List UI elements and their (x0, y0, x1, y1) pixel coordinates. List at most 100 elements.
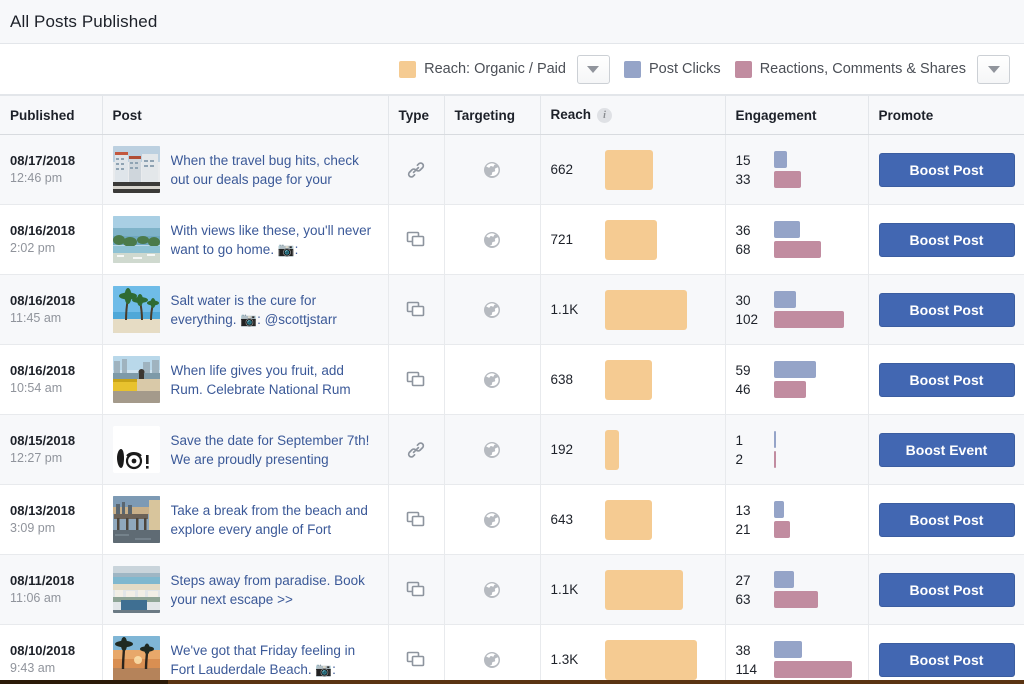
post-message-link[interactable]: Steps away from paradise. Book your next… (171, 571, 378, 609)
cell-type (388, 274, 445, 345)
table-row[interactable]: 08/11/2018 11:06 am Steps away from paradi… (0, 554, 1024, 625)
multi-photo-icon (405, 371, 427, 386)
column-header-post[interactable]: Post (102, 95, 389, 135)
globe-icon-svg (484, 161, 500, 178)
table-row[interactable]: 08/15/2018 12:27 pm Save the date for Sept… (0, 414, 1024, 485)
reach-metric-dropdown[interactable] (576, 54, 610, 84)
published-time: 12:46 pm (10, 171, 63, 185)
reactions-value: 2 (735, 451, 744, 467)
boost-button[interactable]: Boost Event (878, 432, 1015, 467)
globe-icon-svg (484, 511, 500, 528)
cell-published: 08/15/2018 12:27 pm (0, 414, 103, 485)
post-clicks-bar (773, 291, 796, 308)
cell-engagement: 38 114 (725, 624, 869, 684)
column-header-published-label: Published (10, 107, 75, 123)
globe-icon-svg (484, 581, 500, 598)
reach-bar (604, 499, 652, 540)
cell-published: 08/13/2018 3:09 pm (0, 484, 103, 555)
legend-swatch-post-clicks (623, 60, 641, 78)
table-row[interactable]: 08/13/2018 3:09 pm Take a break from the b… (0, 484, 1024, 555)
column-header-targeting[interactable]: Targeting (444, 95, 541, 135)
cell-post: With views like these, you'll never want… (102, 204, 389, 275)
published-date: 08/10/2018 (10, 643, 76, 658)
cell-engagement: 15 33 (725, 134, 869, 205)
boost-button[interactable]: Boost Post (878, 152, 1015, 187)
post-message-link[interactable]: Salt water is the cure for everything. 📷… (171, 291, 378, 329)
post-message-link[interactable]: Take a break from the beach and explore … (171, 501, 378, 539)
post-message-link[interactable]: With views like these, you'll never want… (171, 221, 378, 259)
legend-label-reactions: Reactions, Comments & Shares (759, 61, 966, 77)
multi-photo-icon-svg (406, 651, 425, 666)
reactions-value: 46 (735, 381, 751, 397)
engagement-metric-dropdown[interactable] (977, 54, 1010, 84)
post-thumbnail[interactable] (112, 636, 160, 683)
posts-table: Published Post Type Targeting Reach i Eng… (0, 95, 1024, 684)
cell-type (388, 204, 445, 275)
multi-photo-icon (405, 301, 427, 316)
post-message-link[interactable]: Save the date for September 7th! We are … (171, 431, 378, 469)
post-thumbnail[interactable] (112, 566, 160, 613)
boost-button[interactable]: Boost Post (878, 642, 1015, 677)
reach-value: 1.1K (550, 582, 579, 597)
cell-post: Steps away from paradise. Book your next… (102, 554, 389, 625)
cell-promote: Boost Post (868, 204, 1024, 275)
info-icon[interactable]: i (597, 107, 613, 123)
reach-value: 1.1K (550, 302, 579, 317)
boost-button[interactable]: Boost Post (878, 572, 1015, 607)
reactions-bar (773, 381, 806, 398)
horizontal-scrollbar[interactable] (0, 680, 1024, 684)
column-header-engagement[interactable]: Engagement (725, 95, 869, 135)
reach-bar (604, 149, 653, 190)
reactions-bar (773, 241, 821, 258)
post-message-link[interactable]: When life gives you fruit, add Rum. Cele… (171, 361, 378, 399)
reactions-bar (773, 311, 844, 328)
post-clicks-bar (773, 151, 787, 168)
published-date: 08/16/2018 (10, 363, 76, 378)
legend-label-reach: Reach: Organic / Paid (424, 61, 566, 77)
cell-reach: 638 (540, 344, 726, 415)
post-thumbnail[interactable] (112, 426, 160, 473)
column-header-promote-label: Promote (878, 107, 934, 123)
post-thumbnail[interactable] (112, 216, 160, 263)
published-date: 08/16/2018 (10, 223, 76, 238)
boost-button[interactable]: Boost Post (878, 292, 1015, 327)
boost-button[interactable]: Boost Post (878, 502, 1015, 537)
cell-post: When the travel bug hits, check out our … (102, 134, 389, 205)
posts-table-body: 08/17/2018 12:46 pm When the travel bug hi… (0, 134, 1024, 684)
post-message-link[interactable]: We've got that Friday feeling in Fort La… (171, 641, 378, 679)
boost-button[interactable]: Boost Post (878, 362, 1015, 397)
table-row[interactable]: 08/16/2018 2:02 pm With views like these, … (0, 204, 1024, 275)
table-row[interactable]: 08/17/2018 12:46 pm When the travel bug hi… (0, 134, 1024, 205)
column-header-promote[interactable]: Promote (868, 95, 1024, 135)
post-message-link[interactable]: When the travel bug hits, check out our … (171, 151, 378, 189)
boost-button[interactable]: Boost Post (878, 222, 1015, 257)
post-clicks-bar (773, 361, 816, 378)
published-date: 08/15/2018 (10, 433, 76, 448)
cell-engagement: 13 21 (725, 484, 869, 555)
post-thumbnail[interactable] (112, 496, 160, 543)
globe-icon-svg (484, 231, 500, 248)
published-time: 3:09 pm (10, 521, 56, 535)
post-thumbnail[interactable] (112, 356, 160, 403)
reactions-value: 33 (735, 171, 751, 187)
panel-header: All Posts Published (0, 0, 1024, 44)
reactions-value: 102 (735, 311, 759, 327)
table-row[interactable]: 08/16/2018 10:54 am When life gives you fr… (0, 344, 1024, 415)
post-clicks-value: 36 (735, 222, 751, 238)
cell-promote: Boost Post (868, 624, 1024, 684)
post-thumbnail[interactable] (112, 286, 160, 333)
multi-photo-icon-svg (406, 511, 425, 526)
column-header-type[interactable]: Type (388, 95, 445, 135)
table-row[interactable]: 08/10/2018 9:43 am We've got that Friday f… (0, 624, 1024, 684)
link-icon-svg (407, 441, 425, 458)
multi-photo-icon-svg (406, 231, 425, 246)
reach-value: 643 (550, 512, 574, 527)
post-thumbnail[interactable] (112, 146, 160, 193)
column-header-reach-label: Reach (550, 107, 592, 123)
column-header-published[interactable]: Published (0, 95, 103, 135)
post-clicks-bar (773, 571, 794, 588)
scrollbar-thumb[interactable] (0, 680, 168, 684)
column-header-reach[interactable]: Reach i (540, 95, 726, 135)
table-row[interactable]: 08/16/2018 11:45 am Salt water is the cure… (0, 274, 1024, 345)
post-clicks-bar (773, 221, 800, 238)
